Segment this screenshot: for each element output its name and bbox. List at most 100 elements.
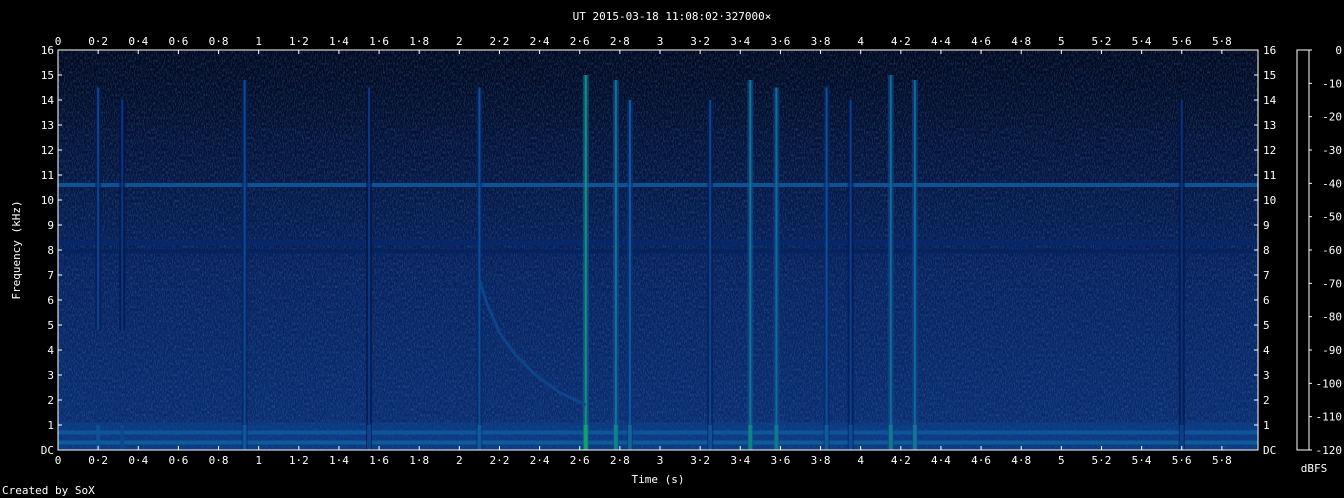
x-tick-label: 1	[255, 35, 262, 48]
x-tick-label: 0·8	[209, 35, 229, 48]
y-tick-label: 15	[41, 69, 54, 82]
impulse	[889, 75, 892, 450]
credit-text: Created by SoX	[2, 484, 95, 497]
impulse-foot	[748, 425, 753, 450]
colorbar-tick-label: -70	[1322, 277, 1342, 290]
x-tick-label: 4·2	[891, 35, 911, 48]
impulse-foot	[583, 425, 588, 450]
x-tick-label: 5	[1058, 35, 1065, 48]
x-tick-label: 1·2	[289, 454, 309, 467]
y-tick-label: 1	[47, 419, 54, 432]
y-tick-label: 11	[41, 169, 54, 182]
x-tick-label: 5·6	[1172, 454, 1192, 467]
impulse	[243, 80, 246, 450]
impulse	[1180, 100, 1183, 450]
impulse	[775, 87, 778, 450]
y-tick-label: 9	[1263, 219, 1270, 232]
x-tick-label: 5·6	[1172, 35, 1192, 48]
horizontal-line	[58, 430, 1258, 435]
x-tick-label: 4·8	[1011, 454, 1031, 467]
x-tick-label: 4·8	[1011, 35, 1031, 48]
impulse	[584, 75, 587, 450]
impulse-foot	[477, 425, 482, 450]
x-tick-label: 3·6	[770, 454, 790, 467]
impulse	[368, 87, 371, 450]
impulse	[825, 87, 828, 450]
x-tick-label: 4·4	[931, 35, 951, 48]
x-tick-label: 2·2	[490, 35, 510, 48]
impulse-foot	[848, 425, 853, 450]
x-tick-label: 3·4	[730, 454, 750, 467]
x-tick-label: 0·8	[209, 454, 229, 467]
impulse	[614, 80, 617, 450]
y-tick-label: 9	[47, 219, 54, 232]
colorbar-tick-label: -90	[1322, 344, 1342, 357]
colorbar-label: dBFS	[1301, 462, 1328, 475]
spectrogram-figure: UT 2015-03-18 11:08:02·327000× 0 0·2 0·4 0·…	[2, 10, 1342, 497]
x-tick-label: 0	[55, 35, 62, 48]
x-tick-label: 3·2	[690, 454, 710, 467]
x-tick-label: 5	[1058, 454, 1065, 467]
y-tick-label: 11	[1263, 169, 1276, 182]
x-tick-label: 2·4	[530, 35, 550, 48]
x-tick-label: 4·2	[891, 454, 911, 467]
y-tick-label: 8	[47, 244, 54, 257]
y-tick-label: 16	[41, 44, 54, 57]
colorbar-tick-label: -80	[1322, 311, 1342, 324]
impulse	[913, 80, 916, 450]
colorbar-tick-label: 0	[1335, 44, 1342, 57]
y-tick-label: 10	[41, 194, 54, 207]
y-tick-label: 10	[1263, 194, 1276, 207]
colorbar: 0 -10 -20 -30 -40 -50 -60 -70 -80 -90 -100 -110 -120…	[1296, 44, 1342, 475]
x-tick-label: 4·4	[931, 454, 951, 467]
x-axis-label: Time (s)	[632, 473, 685, 486]
x-tick-label: 4·6	[971, 35, 991, 48]
x-tick-label: 3·6	[770, 35, 790, 48]
x-tick-label: 0	[55, 454, 62, 467]
y-tick-label: 12	[41, 144, 54, 157]
impulse-foot	[367, 425, 372, 450]
y-tick-label: 5	[1263, 319, 1270, 332]
chart-title: UT 2015-03-18 11:08:02·327000×	[573, 10, 772, 23]
x-tick-label: 3·8	[811, 454, 831, 467]
y-tick-label: DC	[41, 444, 54, 457]
low-frequency-band	[58, 422, 1258, 450]
x-tick-label: 0·6	[168, 35, 188, 48]
impulse-foot	[888, 425, 893, 450]
x-tick-label: 1·8	[409, 35, 429, 48]
y-tick-label: 8	[1263, 244, 1270, 257]
x-tick-label: 2·6	[570, 454, 590, 467]
impulse-foot	[613, 425, 618, 450]
x-tick-label: 1·8	[409, 454, 429, 467]
y-tick-label: 3	[1263, 369, 1270, 382]
x-tick-label: 5·2	[1092, 35, 1112, 48]
x-tick-label: 2·8	[610, 35, 630, 48]
y-tick-label: 14	[1263, 94, 1277, 107]
y-tick-label: 7	[47, 269, 54, 282]
x-tick-label: 3·2	[690, 35, 710, 48]
impulse-foot	[708, 425, 713, 450]
x-tick-label: 2·4	[530, 454, 550, 467]
x-tick-label: 1·4	[329, 454, 349, 467]
x-tick-label: 5·8	[1212, 35, 1232, 48]
x-tick-label: 3·4	[730, 35, 750, 48]
x-tick-label: 3	[657, 454, 664, 467]
colorbar-tick-label: -10	[1322, 77, 1342, 90]
impulse-foot	[627, 425, 632, 450]
y-tick-label: 4	[1263, 344, 1270, 357]
impulse	[709, 100, 712, 450]
y-tick-label: 2	[1263, 394, 1270, 407]
x-tick-label: 1·6	[369, 35, 389, 48]
y-tick-label: 6	[47, 294, 54, 307]
colorbar-tick-label: -60	[1322, 244, 1342, 257]
impulse	[749, 80, 752, 450]
y-tick-label: 7	[1263, 269, 1270, 282]
horizontal-line	[58, 240, 1258, 245]
y-tick-label: 15	[1263, 69, 1276, 82]
x-tick-label: 0·4	[128, 454, 148, 467]
horizontal-line	[58, 183, 1258, 187]
colorbar-gradient	[1297, 50, 1309, 450]
x-tick-label: 2	[456, 454, 463, 467]
horizontal-line	[58, 249, 1258, 254]
y-tick-label: 16	[1263, 44, 1276, 57]
